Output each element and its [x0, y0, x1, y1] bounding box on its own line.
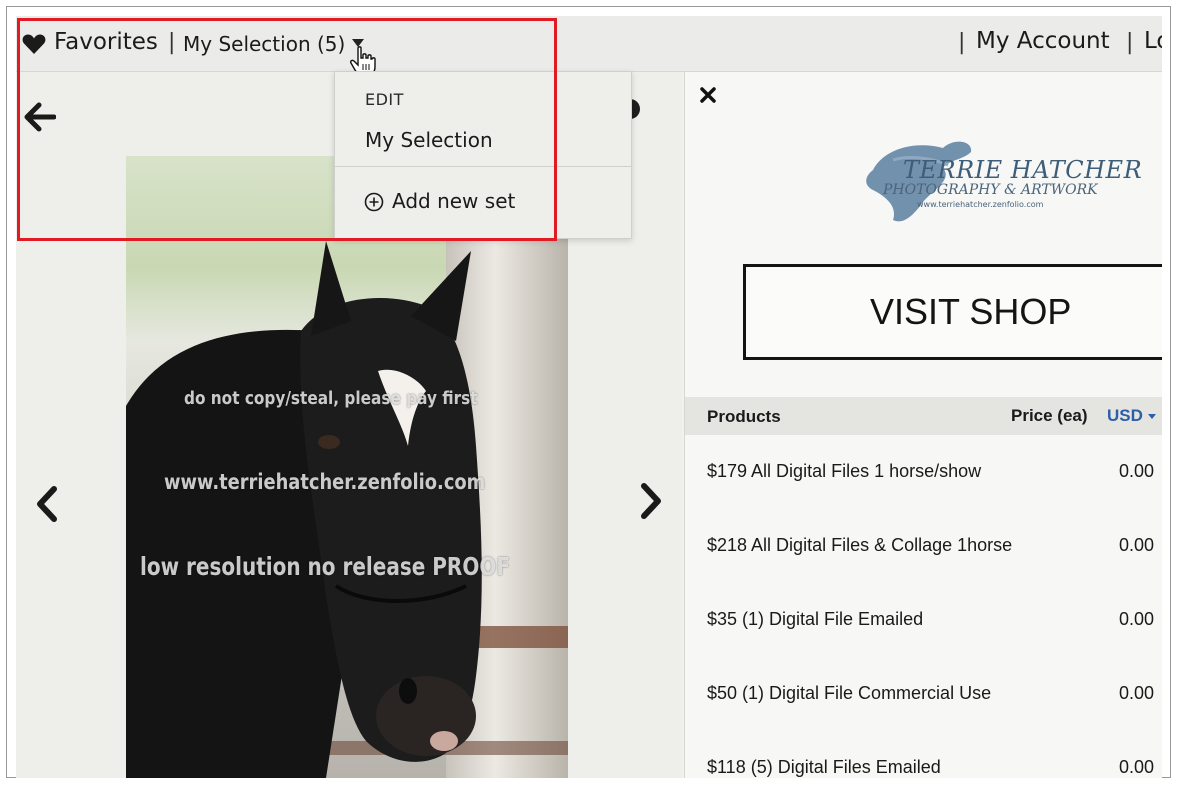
product-row[interactable]: $118 (5) Digital Files Emailed 0.00	[685, 731, 1162, 778]
product-price: 0.00	[1119, 609, 1155, 629]
product-price: 0.00	[1119, 683, 1155, 703]
logo-title: TERRIE HATCHER	[903, 156, 1143, 184]
my-account-link[interactable]: My Account	[976, 28, 1110, 54]
login-link[interactable]: Lo	[1144, 28, 1162, 54]
visit-shop-button[interactable]: VISIT SHOP	[743, 264, 1162, 360]
watermark-text: www.terriehatcher.zenfolio.com	[164, 470, 486, 494]
separator: |	[958, 30, 966, 55]
horse-photo: do not copy/steal, please pay first www.…	[126, 156, 568, 778]
watermark-text: do not copy/steal, please pay first	[184, 388, 478, 409]
logo-url: www.terriehatcher.zenfolio.com	[917, 200, 1044, 209]
visit-shop-label: VISIT SHOP	[870, 291, 1072, 332]
product-price: 0.00	[1119, 461, 1155, 481]
product-name: $218 All Digital Files & Collage 1horse	[707, 535, 1013, 555]
separator: |	[1126, 30, 1134, 55]
products-table-header: Products Price (ea) USD	[685, 397, 1162, 435]
product-row[interactable]: $218 All Digital Files & Collage 1horse …	[685, 509, 1162, 584]
product-name: $118 (5) Digital Files Emailed	[707, 757, 941, 777]
product-price: 0.00	[1119, 535, 1155, 555]
caret-down-icon[interactable]	[1148, 414, 1156, 419]
column-header-products: Products	[707, 407, 781, 426]
product-price: 0.00	[1119, 757, 1155, 777]
currency-selector[interactable]: USD	[1107, 406, 1143, 426]
highlight-annotation	[17, 18, 557, 241]
product-row[interactable]: $35 (1) Digital File Emailed 0.00	[685, 583, 1162, 658]
previous-photo-icon[interactable]	[34, 485, 60, 523]
next-photo-icon[interactable]	[638, 482, 664, 520]
shop-panel: TERRIE HATCHER PHOTOGRAPHY & ARTWORK www…	[684, 72, 1162, 778]
product-name: $50 (1) Digital File Commercial Use	[707, 683, 992, 703]
close-icon[interactable]	[699, 86, 717, 104]
product-name: $35 (1) Digital File Emailed	[707, 609, 924, 629]
horse-illustration	[126, 241, 482, 778]
product-name: $179 All Digital Files 1 horse/show	[707, 461, 982, 481]
watermark-text: low resolution no release PROOF	[140, 552, 510, 581]
logo-subtitle: PHOTOGRAPHY & ARTWORK	[883, 182, 1098, 198]
product-row[interactable]: $179 All Digital Files 1 horse/show 0.00	[685, 435, 1162, 510]
column-header-price: Price (ea)	[1011, 406, 1088, 425]
site-logo[interactable]: TERRIE HATCHER PHOTOGRAPHY & ARTWORK www…	[853, 130, 1142, 230]
product-row[interactable]: $50 (1) Digital File Commercial Use 0.00	[685, 657, 1162, 732]
